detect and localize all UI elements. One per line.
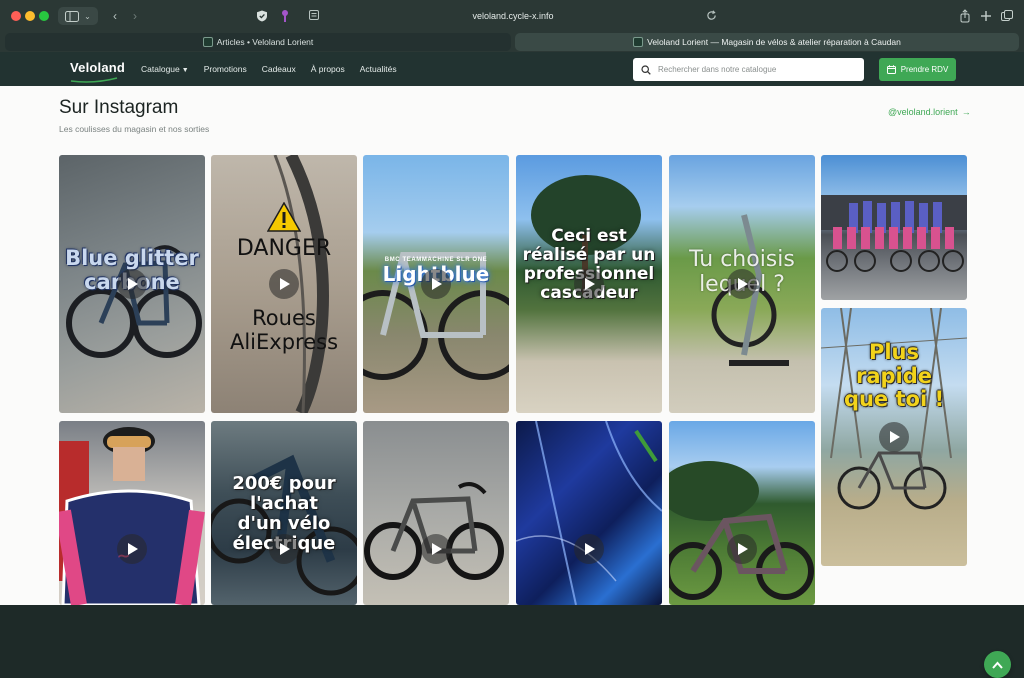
caption-line: Roues (252, 306, 316, 330)
tab-label: Veloland Lorient — Magasin de vélos & at… (647, 37, 901, 47)
instagram-post[interactable]: Ceci estréalisé par unprofessionnelcasca… (516, 155, 662, 413)
section-title: Sur Instagram (59, 97, 179, 118)
bike-photo (364, 482, 504, 580)
caption-line: AliExpress (229, 329, 339, 354)
nav-label: Catalogue (141, 64, 180, 74)
share-icon[interactable] (958, 9, 972, 23)
caption-line: l'achat (249, 493, 319, 515)
chevron-left-icon: ‹ (113, 9, 117, 23)
warning-icon (267, 202, 301, 232)
nav-actualites[interactable]: Actualités (360, 64, 397, 74)
tab-bar: Articles • Veloland Lorient Veloland Lor… (0, 31, 1024, 52)
shield-icon[interactable] (256, 10, 268, 22)
play-icon (727, 269, 757, 299)
nav-promotions[interactable]: Promotions (204, 64, 247, 74)
section-subtitle: Les coulisses du magasin et nos sorties (59, 124, 210, 134)
search-input[interactable]: Rechercher dans notre catalogue (633, 58, 864, 81)
play-icon (574, 534, 604, 564)
arrow-right-icon: → (961, 107, 971, 117)
instagram-post[interactable] (363, 421, 509, 605)
instagram-handle-link[interactable]: @veloland.lorient → (888, 107, 971, 117)
address-bar[interactable]: veloland.cycle-x.info (420, 9, 606, 23)
frame-closeup-photo (516, 421, 662, 605)
caption-line: d'un vélo (237, 513, 331, 535)
scroll-to-top-button[interactable] (984, 651, 1011, 678)
calendar-icon (886, 65, 896, 74)
instagram-post[interactable]: ~ (59, 421, 205, 605)
logo-swoosh-icon (70, 77, 118, 83)
sidebar-icon (65, 10, 80, 22)
back-button[interactable]: ‹ (105, 7, 125, 25)
cta-label: Prendre RDV (900, 65, 949, 74)
play-icon (269, 534, 299, 564)
minimize-window-button[interactable] (25, 11, 35, 21)
tab-articles[interactable]: Articles • Veloland Lorient (5, 33, 511, 51)
instagram-post[interactable]: 200€ pourl'achatd'un véloélectrique (211, 421, 357, 605)
team-photo (821, 195, 967, 272)
post-caption: DANGER (236, 236, 332, 261)
instagram-post[interactable]: Blue glittercarbone (59, 155, 205, 413)
chevron-down-icon: ⌄ (84, 11, 91, 21)
page-content: Sur Instagram Les coulisses du magasin e… (0, 86, 1024, 678)
nav-cadeaux[interactable]: Cadeaux (262, 64, 296, 74)
chevron-up-icon (992, 661, 1003, 669)
favicon-icon (633, 37, 644, 47)
play-icon (117, 534, 147, 564)
caption-line: Blue glitter (65, 246, 199, 270)
instagram-post[interactable]: Plus rapide que toi ! (821, 308, 967, 566)
instagram-post[interactable] (821, 155, 967, 300)
play-icon (727, 534, 757, 564)
post-caption: Roues AliExpress (211, 306, 357, 354)
instagram-post[interactable]: Tu choisislequel ? (669, 155, 815, 413)
chevron-right-icon: › (133, 9, 137, 23)
caption-line: réalisé par un (522, 245, 656, 266)
play-icon (269, 269, 299, 299)
mtb-photo (669, 461, 814, 600)
nav-a-propos[interactable]: À propos (311, 64, 345, 74)
nav-catalogue[interactable]: Catalogue ▼ (141, 64, 189, 74)
search-placeholder: Rechercher dans notre catalogue (658, 65, 777, 74)
tab-overview-icon[interactable] (1000, 9, 1014, 23)
new-tab-icon[interactable] (979, 9, 993, 23)
page-menu-icon[interactable] (309, 10, 319, 20)
favicon-icon (202, 37, 213, 47)
caption-line: Plus (868, 340, 920, 364)
book-appointment-button[interactable]: Prendre RDV (879, 58, 956, 81)
instagram-post[interactable] (516, 421, 662, 605)
play-icon (421, 534, 451, 564)
play-icon (421, 269, 451, 299)
post-caption: Plus rapide que toi ! (821, 340, 967, 412)
instagram-post[interactable] (669, 421, 815, 605)
reload-icon[interactable] (706, 10, 717, 21)
play-icon (879, 422, 909, 452)
zoom-window-button[interactable] (39, 11, 49, 21)
main-nav: Catalogue ▼ Promotions Cadeaux À propos A… (141, 52, 397, 86)
forward-button[interactable]: › (125, 7, 145, 25)
caret-down-icon: ▼ (181, 67, 189, 74)
handle-label: @veloland.lorient (888, 107, 958, 117)
play-icon (574, 269, 604, 299)
search-icon (641, 64, 651, 75)
caption-line: Ceci est (551, 226, 627, 246)
instagram-post[interactable]: BMC TEAMMACHINE SLR ONE Lightblue (363, 155, 509, 413)
caption-line: que toi ! (843, 387, 945, 412)
instagram-post[interactable]: DANGER Roues AliExpress (211, 155, 357, 413)
site-logo[interactable]: Veloland (70, 60, 125, 75)
caption-line: 200€ pour (232, 473, 336, 494)
play-icon (117, 269, 147, 299)
sidebar-toggle-button[interactable]: ⌄ (58, 7, 98, 25)
close-window-button[interactable] (11, 11, 21, 21)
tab-label: Articles • Veloland Lorient (216, 37, 314, 47)
site-header: Veloland Catalogue ▼ Promotions Cadeaux À… (0, 52, 1024, 86)
extension-icon[interactable] (280, 9, 290, 23)
caption-line: rapide (855, 363, 933, 388)
cyclist-photo: ~ (59, 427, 205, 605)
browser-toolbar: ⌄ ‹ › veloland.cycle-x.info (0, 0, 1024, 31)
tab-homepage[interactable]: Veloland Lorient — Magasin de vélos & at… (515, 33, 1019, 51)
